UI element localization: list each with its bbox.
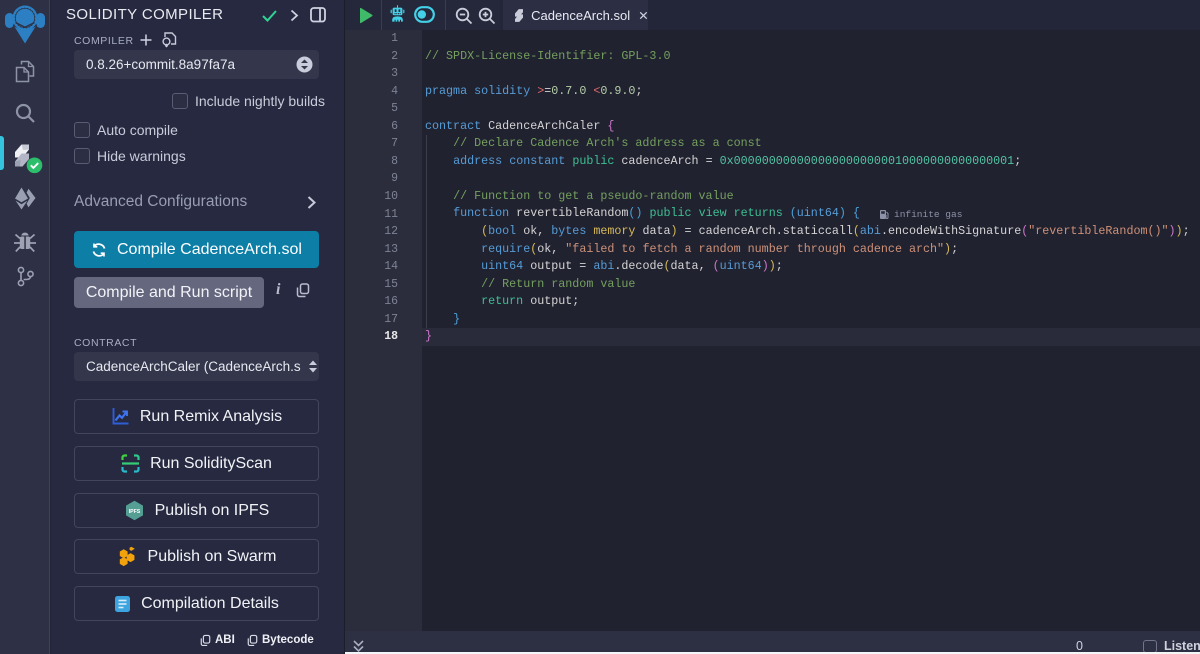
svg-text:IPFS: IPFS (128, 509, 140, 515)
